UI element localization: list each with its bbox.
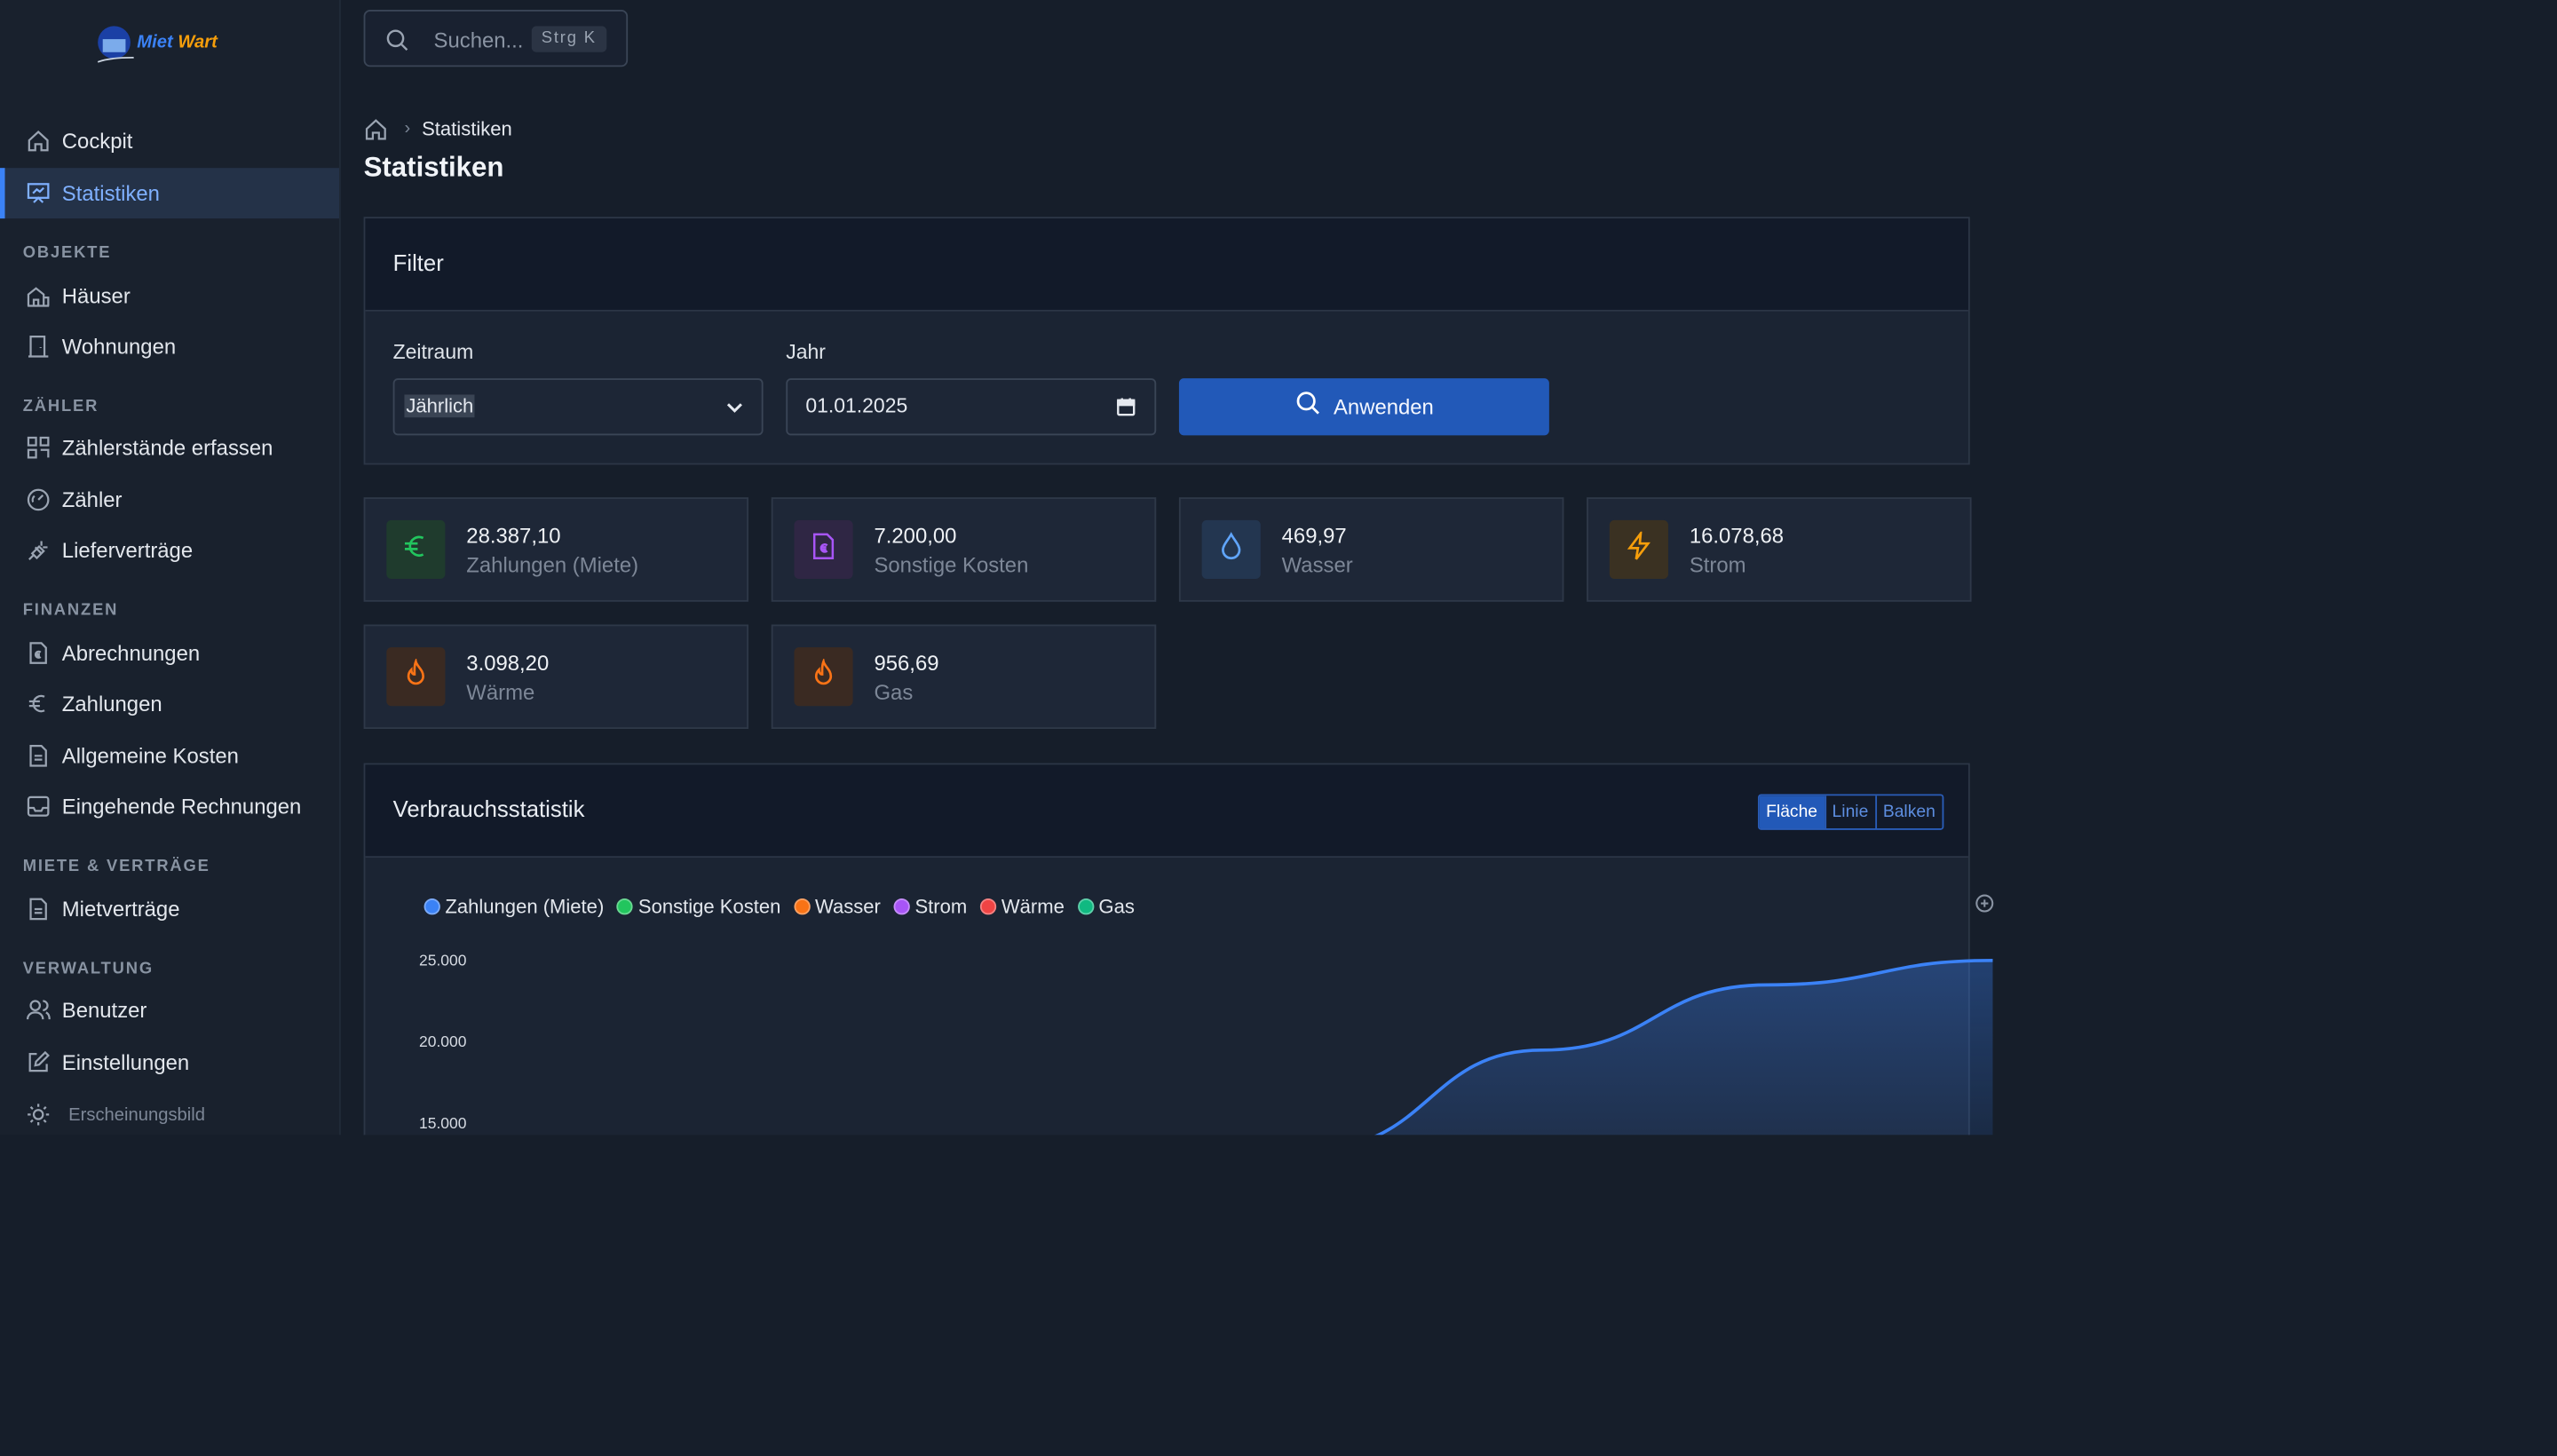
area-chart [1374,958,1993,1136]
chart-viewport: Verbrauchsstatistik Fläche Linie Balken … [0,0,2557,1136]
